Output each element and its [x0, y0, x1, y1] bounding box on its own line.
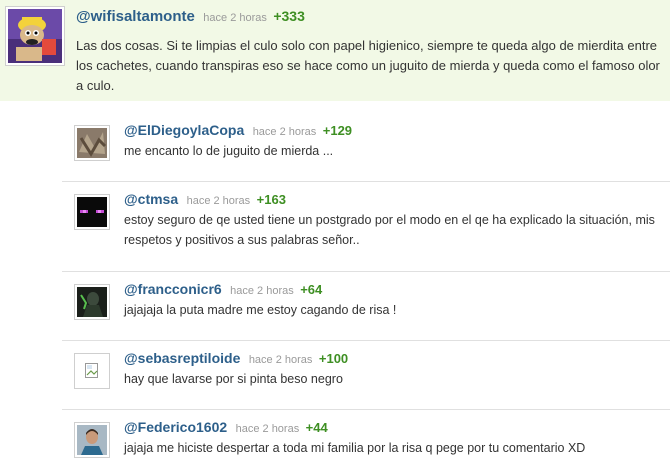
- vote-count: +163: [256, 192, 286, 207]
- username-link[interactable]: @ElDiegoylaCopa: [124, 122, 244, 138]
- comment-meta: @sebasreptiloide hace 2 horas +100: [124, 350, 348, 368]
- comment-text: Las dos cosas. Si te limpias el culo sol…: [76, 38, 660, 93]
- enderman-avatar-icon: [77, 197, 107, 227]
- timestamp: hace 2 horas: [252, 126, 317, 138]
- timestamp: hace 2 horas: [235, 423, 300, 435]
- main-comment: @wifisaltamonte hace 2 horas +333 Las do…: [0, 0, 670, 101]
- comment-text: me encanto lo de juguito de mierda ...: [124, 144, 334, 158]
- comment-meta: @ctmsa hace 2 horas +163: [124, 191, 286, 209]
- timestamp: hace 2 horas: [230, 285, 294, 297]
- username-link[interactable]: @wifisaltamonte: [76, 8, 195, 25]
- vote-count: +333: [273, 8, 305, 24]
- avatar[interactable]: [74, 422, 110, 458]
- avatar[interactable]: [5, 6, 65, 66]
- person-photo-avatar-icon: [77, 425, 107, 455]
- timestamp: hace 2 horas: [248, 354, 313, 366]
- comment-meta: @ElDiegoylaCopa hace 2 horas +129: [124, 122, 352, 140]
- comment-text: hay que lavarse por si pinta beso negro: [124, 372, 343, 386]
- reply-item: @Federico1602 hace 2 horas +44 jajaja me…: [62, 409, 670, 474]
- reply-item: @francconicr6 hace 2 horas +64 jajajaja …: [62, 271, 670, 332]
- timestamp: hace 2 horas: [203, 12, 267, 24]
- timestamp: hace 2 horas: [186, 195, 251, 207]
- reply-item: @sebasreptiloide hace 2 horas +100 hay q…: [62, 340, 670, 407]
- comment-text: estoy seguro de qe usted tiene un postgr…: [124, 213, 655, 247]
- avatar[interactable]: [74, 284, 110, 320]
- avatar[interactable]: [74, 194, 110, 230]
- username-link[interactable]: @francconicr6: [124, 281, 222, 297]
- reply-item: @ctmsa hace 2 horas +163 estoy seguro de…: [62, 181, 670, 262]
- username-link[interactable]: @sebasreptiloide: [124, 350, 240, 366]
- comment-meta: @Federico1602 hace 2 horas +44: [124, 419, 328, 437]
- comment-text: jajajaja la puta madre me estoy cagando …: [124, 303, 397, 317]
- comment-text: jajaja me hiciste despertar a toda mi fa…: [124, 441, 586, 455]
- vote-count: +129: [322, 123, 353, 138]
- comment-meta: @wifisaltamonte hace 2 horas +333: [76, 8, 305, 26]
- photo-avatar-icon: [77, 128, 107, 158]
- broken-image-icon: [77, 356, 107, 386]
- username-link[interactable]: @ctmsa: [124, 191, 178, 207]
- dark-figure-avatar-icon: [77, 287, 107, 317]
- vote-count: +64: [300, 282, 323, 297]
- avatar[interactable]: [74, 353, 110, 389]
- vote-count: +100: [318, 351, 349, 366]
- cartoon-dog-avatar-icon: [8, 9, 62, 63]
- vote-count: +44: [305, 420, 328, 435]
- comment-meta: @francconicr6 hace 2 horas +64: [124, 281, 322, 299]
- avatar[interactable]: [74, 125, 110, 161]
- username-link[interactable]: @Federico1602: [124, 419, 227, 435]
- reply-item: @ElDiegoylaCopa hace 2 horas +129 me enc…: [62, 113, 670, 170]
